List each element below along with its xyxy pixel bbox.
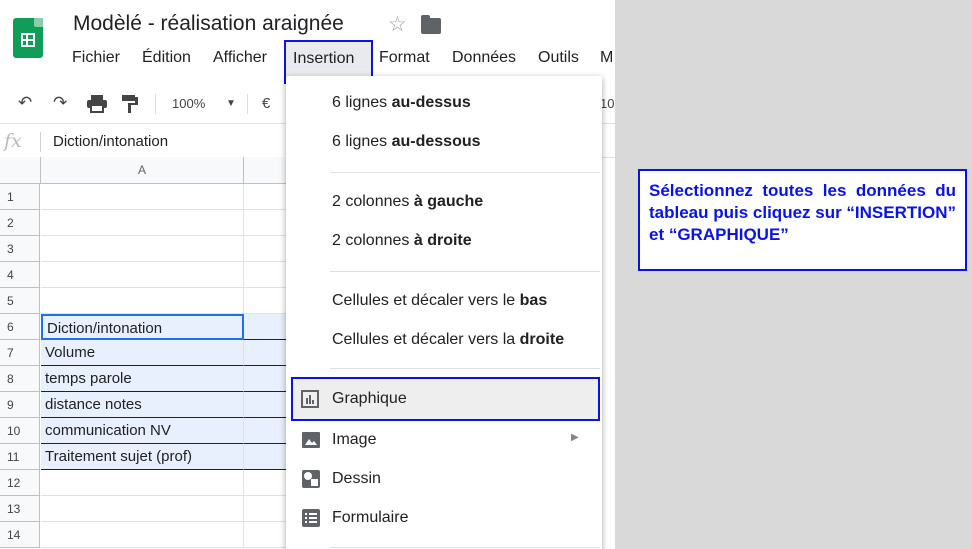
sheets-logo-icon[interactable] — [13, 18, 43, 58]
menu-item-cols-right[interactable]: 2 colonnes à droite — [332, 232, 472, 250]
menu-separator — [330, 547, 600, 548]
row-header[interactable]: 1 — [0, 184, 40, 210]
star-icon[interactable]: ☆ — [388, 12, 407, 37]
image-icon — [302, 432, 320, 448]
cell-a[interactable] — [41, 288, 244, 314]
redo-icon[interactable]: ↷ — [53, 93, 67, 113]
cell-a[interactable] — [41, 262, 244, 288]
menu-fichier[interactable]: Fichier — [72, 49, 120, 67]
menu-separator — [330, 271, 600, 272]
row-header[interactable]: 6 — [0, 314, 40, 340]
toolbar-divider — [247, 94, 248, 114]
cell-a[interactable] — [41, 236, 244, 262]
form-icon — [302, 509, 320, 527]
menu-separator — [330, 368, 600, 369]
row-header[interactable]: 14 — [0, 522, 40, 548]
font-size-field[interactable]: 10 — [600, 96, 614, 111]
cell-a[interactable] — [41, 496, 244, 522]
row-header[interactable]: 8 — [0, 366, 40, 392]
menu-item-rows-below[interactable]: 6 lignes au-dessous — [332, 133, 481, 151]
row-header[interactable]: 9 — [0, 392, 40, 418]
cell-a[interactable]: communication NV — [41, 418, 244, 444]
toolbar-divider — [155, 94, 156, 114]
row-header[interactable]: 5 — [0, 288, 40, 314]
select-all-corner[interactable] — [0, 157, 41, 184]
document-title[interactable]: Modèlé - réalisation araignée — [73, 12, 344, 36]
menu-item-cells-right[interactable]: Cellules et décaler vers la droite — [332, 331, 564, 349]
column-header-a[interactable]: A — [41, 157, 244, 184]
menu-separator — [330, 172, 600, 173]
cell-a[interactable] — [41, 470, 244, 496]
row-header[interactable]: 13 — [0, 496, 40, 522]
menu-item-chart-label: Graphique — [332, 390, 407, 407]
instruction-callout: Sélectionnez toutes les données du table… — [638, 169, 967, 271]
undo-icon[interactable]: ↶ — [18, 93, 32, 113]
menu-edition[interactable]: Édition — [142, 49, 191, 67]
menu-outils[interactable]: Outils — [538, 49, 579, 67]
menu-item-rows-above[interactable]: 6 lignes au-dessus — [332, 94, 471, 112]
menu-format[interactable]: Format — [379, 49, 430, 67]
row-header[interactable]: 2 — [0, 210, 40, 236]
formula-input[interactable]: Diction/intonation — [53, 133, 168, 150]
menu-item-drawing[interactable]: Dessin — [332, 470, 381, 488]
row-header[interactable]: 3 — [0, 236, 40, 262]
cell-a[interactable] — [41, 184, 244, 210]
cell-a[interactable] — [41, 522, 244, 548]
cell-a[interactable] — [41, 210, 244, 236]
row-header[interactable]: 7 — [0, 340, 40, 366]
chevron-down-icon[interactable]: ▼ — [226, 98, 236, 109]
row-header[interactable]: 12 — [0, 470, 40, 496]
menu-item-cols-left[interactable]: 2 colonnes à gauche — [332, 193, 483, 211]
menu-afficher[interactable]: Afficher — [213, 49, 267, 67]
cell-a[interactable]: Volume — [41, 340, 244, 366]
menu-insertion-label: Insertion — [293, 50, 355, 67]
menu-item-form[interactable]: Formulaire — [332, 509, 408, 527]
cell-a[interactable]: temps parole — [41, 366, 244, 392]
print-icon[interactable] — [87, 95, 107, 113]
menu-item-image[interactable]: Image — [332, 431, 376, 449]
row-header[interactable]: 10 — [0, 418, 40, 444]
folder-icon[interactable] — [421, 15, 441, 34]
drawing-icon — [302, 470, 320, 488]
menu-donnees[interactable]: Données — [452, 49, 516, 67]
row-header[interactable]: 4 — [0, 262, 40, 288]
cell-a[interactable]: distance notes — [41, 392, 244, 418]
menu-item-cells-down[interactable]: Cellules et décaler vers le bas — [332, 292, 547, 310]
insertion-dropdown-menu: 6 lignes au-dessus 6 lignes au-dessous 2… — [286, 76, 602, 549]
menu-more[interactable]: M — [600, 49, 613, 67]
cell-a[interactable]: Traitement sujet (prof) — [41, 444, 244, 470]
spreadsheet-screenshot: Modèlé - réalisation araignée ☆ Fichier … — [0, 0, 615, 549]
chart-icon — [301, 390, 319, 408]
zoom-select[interactable]: 100% — [172, 96, 205, 111]
menu-item-chart[interactable]: Graphique — [291, 377, 600, 421]
paint-format-icon[interactable] — [122, 95, 138, 113]
row-header[interactable]: 11 — [0, 444, 40, 470]
fx-icon: fx — [4, 130, 22, 152]
submenu-arrow-icon: ▶ — [571, 432, 579, 443]
currency-button[interactable]: € — [262, 95, 270, 112]
formula-divider — [40, 132, 41, 152]
cell-a[interactable]: Diction/intonation — [41, 314, 244, 340]
